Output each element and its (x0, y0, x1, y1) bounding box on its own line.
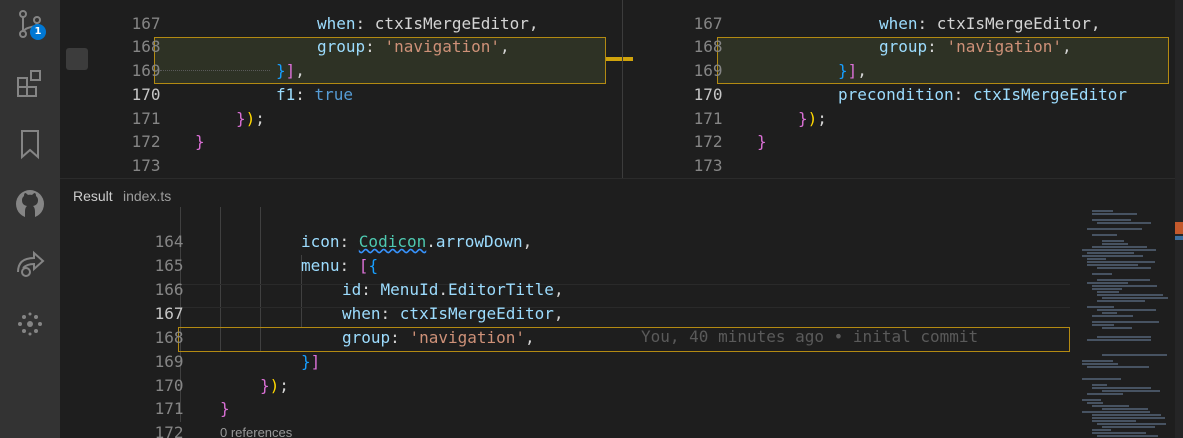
code-line: 171}); (131, 109, 265, 128)
minimap-line (1097, 300, 1145, 302)
bookmark-icon[interactable] (14, 128, 46, 160)
minimap-line (1087, 264, 1138, 266)
minimap-line (1102, 297, 1168, 299)
minimap-line (1082, 378, 1121, 380)
result-title: Result (73, 188, 113, 204)
ruler-change-marker (1175, 222, 1183, 234)
minimap-line (1097, 309, 1156, 311)
minimap-line (1102, 390, 1160, 392)
code-line: 170}); (154, 376, 289, 395)
minimap-line (1092, 321, 1159, 323)
minimap-line (1092, 387, 1151, 389)
code-line: 172 (154, 423, 184, 438)
code-line: 171}); (693, 109, 827, 128)
minimap-line (1092, 429, 1111, 431)
minimap-line (1092, 417, 1165, 419)
minimap-line (1092, 432, 1146, 434)
minimap-line (1102, 312, 1117, 314)
minimap-line (1082, 255, 1143, 257)
minimap-line (1082, 360, 1113, 362)
minimap[interactable] (1080, 210, 1183, 438)
code-line: 171} (154, 399, 230, 418)
minimap-line (1102, 408, 1148, 410)
input1-editor[interactable]: 167 when: ctxIsMergeEditor, 168 group: 'na… (60, 0, 622, 178)
ruler-change-marker (1175, 236, 1183, 240)
minimap-line (1087, 252, 1134, 254)
minimap-line (1102, 354, 1167, 356)
minimap-line (1082, 399, 1101, 401)
code-line: 170 f1: true (131, 85, 354, 104)
minimap-line (1097, 423, 1166, 425)
code-line: 174run(accessor: ServicesAccessor): void… (60, 154, 622, 178)
minimap-line (1097, 336, 1151, 338)
code-line: 169}], (131, 61, 305, 80)
code-line: 168 group: 'navigation', (154, 328, 535, 347)
code-lens-references[interactable]: 0 references (220, 425, 292, 438)
minimap-line (1087, 393, 1123, 395)
minimap-line (1087, 228, 1142, 230)
code-line: 168 group: 'navigation', (693, 37, 1072, 56)
code-line: 169}] (154, 352, 321, 371)
code-line: 165 menu: [{ (154, 256, 379, 275)
code-line: 169}], (693, 61, 867, 80)
input2-editor[interactable]: 167 when: ctxIsMergeEditor, 168 group: 'na… (623, 0, 1183, 178)
minimap-line (1092, 315, 1133, 317)
minimap-line (1092, 213, 1137, 215)
minimap-line (1097, 435, 1158, 437)
minimap-line (1092, 246, 1147, 248)
scm-badge: 1 (30, 24, 46, 40)
minimap-line (1082, 411, 1150, 413)
minimap-line (1092, 234, 1117, 236)
code-line: 174run(accessor: ServicesAccessor): void… (623, 154, 1183, 178)
minimap-line (1097, 279, 1150, 281)
minimap-line (1092, 210, 1113, 212)
extensions-icon[interactable] (14, 68, 46, 100)
minimap-line (1082, 249, 1156, 251)
minimap-line (1092, 273, 1112, 275)
result-editor[interactable]: 164 icon: Codicon.arrowDown, 165 menu: [{ … (60, 207, 1183, 438)
minimap-line (1087, 402, 1103, 404)
minimap-line (1097, 267, 1151, 269)
minimap-line (1092, 384, 1107, 386)
minimap-line (1102, 426, 1155, 428)
minimap-line (1092, 285, 1157, 287)
code-line: 173 (131, 156, 161, 175)
minimap-line (1097, 294, 1163, 296)
minimap-line (1087, 366, 1149, 368)
minimap-line (1097, 222, 1151, 224)
minimap-line (1087, 261, 1155, 263)
copilot-icon[interactable] (14, 308, 46, 340)
minimap-line (1102, 243, 1128, 245)
minimap-line (1087, 258, 1106, 260)
code-line: 168 group: 'navigation', (131, 37, 510, 56)
minimap-line (1092, 420, 1136, 422)
code-line: 172} (693, 132, 767, 151)
code-line: 166 id: MenuId.EditorTitle, (154, 280, 564, 299)
activity-bar: 1 (0, 0, 60, 438)
code-line: 170 precondition: ctxIsMergeEditor (693, 85, 1127, 104)
code-line: 164 icon: Codicon.arrowDown, (154, 232, 533, 251)
github-icon[interactable] (14, 188, 46, 220)
minimap-line (1092, 324, 1114, 326)
minimap-line (1102, 327, 1132, 329)
minimap-line (1102, 240, 1124, 242)
code-line: 173 (693, 156, 723, 175)
minimap-line (1087, 339, 1151, 341)
code-line: 167 when: ctxIsMergeEditor, You, 40 minut… (154, 304, 979, 346)
live-share-icon[interactable] (14, 248, 46, 280)
minimap-line (1087, 306, 1114, 308)
minimap-line (1092, 219, 1131, 221)
minimap-line (1082, 363, 1118, 365)
overview-ruler[interactable] (1175, 0, 1183, 438)
minimap-line (1092, 288, 1122, 290)
minimap-line (1087, 282, 1128, 284)
code-line: 172} (131, 132, 205, 151)
result-file-name: index.ts (123, 188, 172, 204)
minimap-line (1092, 405, 1129, 407)
minimap-line (1097, 291, 1119, 293)
minimap-line (1092, 414, 1161, 416)
